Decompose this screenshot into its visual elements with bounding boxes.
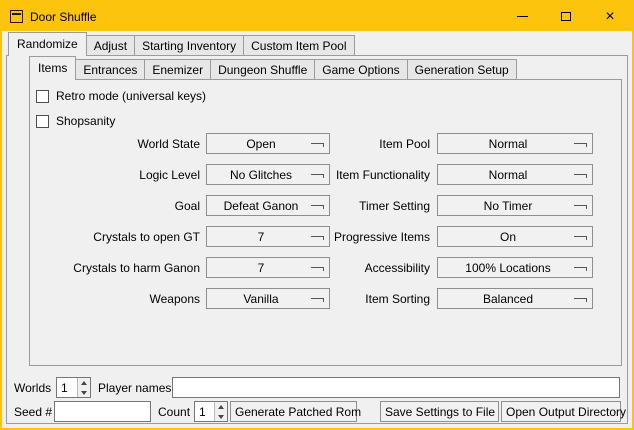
spinner-up-button[interactable] xyxy=(78,378,90,388)
save-settings-button[interactable]: Save Settings to File xyxy=(380,401,499,422)
title-bar: Door Shuffle × xyxy=(2,2,632,31)
logic-level-label: Logic Level xyxy=(30,168,200,182)
shopsanity-label[interactable]: Shopsanity xyxy=(56,114,115,128)
worlds-spinbox xyxy=(56,377,91,398)
open-output-directory-button[interactable]: Open Output Directory xyxy=(501,401,621,422)
tab-enemizer[interactable]: Enemizer xyxy=(144,59,211,79)
player-names-input[interactable] xyxy=(172,377,620,398)
generate-patched-rom-button[interactable]: Generate Patched Rom xyxy=(230,401,357,422)
timer-setting-label: Timer Setting xyxy=(258,199,430,213)
app-body: Randomize Adjust Starting Inventory Cust… xyxy=(2,31,632,428)
seed-label: Seed # xyxy=(14,405,52,419)
inner-tab-bar: Items Entrances Enemizer Dungeon Shuffle… xyxy=(29,56,517,80)
tab-starting-inventory[interactable]: Starting Inventory xyxy=(134,35,244,55)
tab-adjust[interactable]: Adjust xyxy=(86,35,135,55)
options-row: Logic Level No Glitches Item Functionali… xyxy=(30,164,621,185)
item-sorting-value: Balanced xyxy=(438,292,578,306)
maximize-icon xyxy=(561,12,571,21)
goal-label: Goal xyxy=(30,199,200,213)
maximize-button[interactable] xyxy=(544,2,588,31)
worlds-row: Worlds Player names xyxy=(2,377,632,398)
progressive-items-label: Progressive Items xyxy=(258,230,430,244)
tab-game-options[interactable]: Game Options xyxy=(314,59,407,79)
items-tab-pane: Retro mode (universal keys) Shopsanity W… xyxy=(29,79,622,366)
tab-custom-item-pool[interactable]: Custom Item Pool xyxy=(243,35,354,55)
player-names-label: Player names xyxy=(98,381,171,395)
shopsanity-row: Shopsanity xyxy=(36,113,115,129)
close-icon: × xyxy=(605,9,614,25)
spinner-up-button[interactable] xyxy=(215,402,227,412)
dropdown-indicator-icon xyxy=(574,174,587,178)
options-row: Crystals to harm Ganon 7 Accessibility 1… xyxy=(30,257,621,278)
app-icon xyxy=(10,10,23,23)
tab-entrances[interactable]: Entrances xyxy=(75,59,145,79)
retro-mode-row: Retro mode (universal keys) xyxy=(36,88,206,104)
close-button[interactable]: × xyxy=(588,2,632,31)
options-row: Goal Defeat Ganon Timer Setting No Timer xyxy=(30,195,621,216)
tab-items[interactable]: Items xyxy=(29,56,76,80)
worlds-input[interactable] xyxy=(57,378,77,397)
count-label: Count xyxy=(158,405,190,419)
item-sorting-dropdown[interactable]: Balanced xyxy=(437,288,593,309)
count-spin-arrows xyxy=(214,402,227,421)
item-functionality-value: Normal xyxy=(438,168,578,182)
timer-setting-value: No Timer xyxy=(438,199,578,213)
count-spinbox xyxy=(194,401,228,422)
retro-mode-checkbox[interactable] xyxy=(36,90,49,103)
options-row: Weapons Vanilla Item Sorting Balanced xyxy=(30,288,621,309)
shopsanity-checkbox[interactable] xyxy=(36,115,49,128)
worlds-spin-arrows xyxy=(77,378,90,397)
item-pool-dropdown[interactable]: Normal xyxy=(437,133,593,154)
item-functionality-label: Item Functionality xyxy=(258,168,430,182)
minimize-button[interactable] xyxy=(500,2,544,31)
accessibility-label: Accessibility xyxy=(258,261,430,275)
tab-dungeon-shuffle[interactable]: Dungeon Shuffle xyxy=(210,59,315,79)
world-state-label: World State xyxy=(30,137,200,151)
window: Door Shuffle × Randomize Adjust Starting… xyxy=(0,0,634,430)
crystals-open-gt-label: Crystals to open GT xyxy=(30,230,200,244)
window-title: Door Shuffle xyxy=(30,10,97,24)
count-input[interactable] xyxy=(195,402,214,421)
item-pool-value: Normal xyxy=(438,137,578,151)
worlds-label: Worlds xyxy=(14,381,51,395)
dropdown-indicator-icon xyxy=(574,205,587,209)
options-row: Crystals to open GT 7 Progressive Items … xyxy=(30,226,621,247)
progressive-items-dropdown[interactable]: On xyxy=(437,226,593,247)
accessibility-dropdown[interactable]: 100% Locations xyxy=(437,257,593,278)
dropdown-indicator-icon xyxy=(574,143,587,147)
outer-tab-bar: Randomize Adjust Starting Inventory Cust… xyxy=(8,32,355,56)
dropdown-indicator-icon xyxy=(574,298,587,302)
dropdown-indicator-icon xyxy=(574,236,587,240)
seed-input[interactable] xyxy=(54,401,151,422)
dropdown-indicator-icon xyxy=(574,267,587,271)
timer-setting-dropdown[interactable]: No Timer xyxy=(437,195,593,216)
tab-generation-setup[interactable]: Generation Setup xyxy=(407,59,517,79)
spinner-down-button[interactable] xyxy=(78,388,90,398)
minimize-icon xyxy=(517,16,528,17)
retro-mode-label[interactable]: Retro mode (universal keys) xyxy=(56,89,206,103)
item-functionality-dropdown[interactable]: Normal xyxy=(437,164,593,185)
spinner-down-button[interactable] xyxy=(215,412,227,422)
crystals-harm-ganon-label: Crystals to harm Ganon xyxy=(30,261,200,275)
tab-randomize[interactable]: Randomize xyxy=(8,32,87,56)
accessibility-value: 100% Locations xyxy=(438,261,578,275)
options-row: World State Open Item Pool Normal xyxy=(30,133,621,154)
weapons-label: Weapons xyxy=(30,292,200,306)
item-pool-label: Item Pool xyxy=(258,137,430,151)
progressive-items-value: On xyxy=(438,230,578,244)
item-sorting-label: Item Sorting xyxy=(258,292,430,306)
seed-row: Seed # Count Generate Patched Rom Save S… xyxy=(2,401,632,422)
